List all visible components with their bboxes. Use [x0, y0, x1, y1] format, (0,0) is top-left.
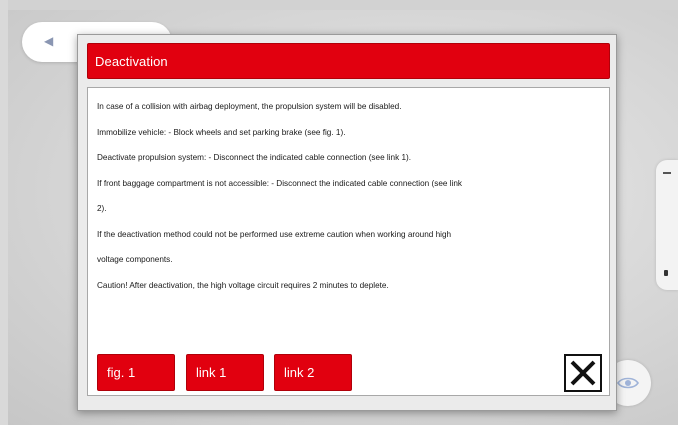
instruction-line: 2).	[97, 204, 107, 213]
instruction-line: Caution! After deactivation, the high vo…	[97, 280, 389, 290]
side-panel-handle[interactable]	[656, 160, 678, 290]
instruction-line: If front baggage compartment is not acce…	[97, 178, 462, 188]
background-left-edge	[0, 0, 8, 425]
close-icon	[570, 360, 596, 386]
deactivation-dialog: Deactivation In case of a collision with…	[77, 34, 617, 411]
instruction-line: If the deactivation method could not be …	[97, 229, 452, 239]
dialog-body: In case of a collision with airbag deplo…	[87, 87, 610, 396]
link-1-button[interactable]: link 1	[186, 354, 264, 391]
instruction-line: Immobilize vehicle: - Block wheels and s…	[97, 127, 346, 137]
instruction-line: voltage components.	[97, 255, 173, 264]
instruction-line: In case of a collision with airbag deplo…	[97, 102, 402, 111]
instruction-line: Deactivate propulsion system: - Disconne…	[97, 153, 412, 162]
handle-dash	[663, 172, 671, 174]
background-top-edge	[0, 0, 678, 10]
eye-icon	[617, 377, 639, 389]
link-2-button[interactable]: link 2	[274, 354, 352, 391]
close-button[interactable]	[564, 354, 602, 392]
instructions-text: In case of a collision with airbag deplo…	[97, 94, 587, 298]
dialog-header: Deactivation	[87, 43, 610, 79]
fig-1-button[interactable]: fig. 1	[97, 354, 175, 391]
handle-indicator	[664, 270, 668, 276]
chevron-left-icon: ◀	[44, 34, 54, 48]
dialog-title: Deactivation	[95, 54, 168, 69]
